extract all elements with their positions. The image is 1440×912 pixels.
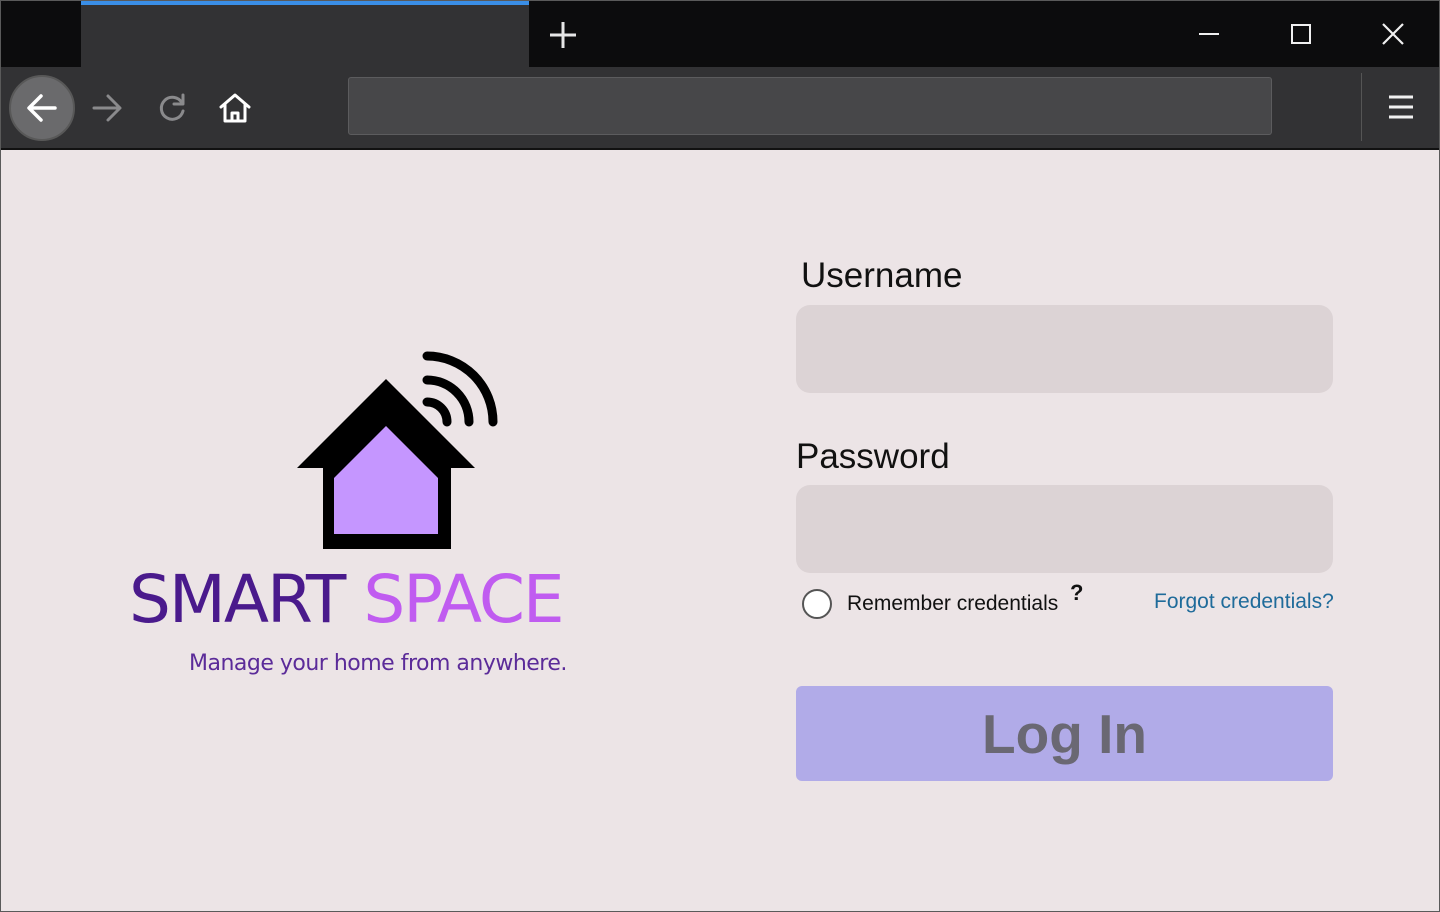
- minimize-button[interactable]: [1185, 11, 1233, 57]
- brand-tagline: Manage your home from anywhere.: [189, 651, 567, 676]
- remember-help-icon[interactable]: ?: [1070, 580, 1083, 606]
- home-icon: [219, 93, 251, 123]
- username-input[interactable]: [796, 305, 1333, 393]
- login-button[interactable]: Log In: [796, 686, 1333, 781]
- remember-credentials-option[interactable]: Remember credentials: [802, 587, 1058, 621]
- navigation-toolbar: [1, 67, 1439, 150]
- close-window-button[interactable]: [1369, 11, 1417, 57]
- forgot-credentials-link[interactable]: Forgot credentials?: [1154, 590, 1334, 614]
- plus-icon: [550, 22, 576, 48]
- brand-name: SMART SPACE: [129, 560, 619, 640]
- brand-word-smart: SMART: [129, 561, 346, 638]
- maximize-button[interactable]: [1277, 11, 1325, 57]
- minimize-icon: [1199, 33, 1219, 35]
- maximize-icon: [1291, 24, 1311, 44]
- tab-bar: [1, 1, 1439, 67]
- url-bar[interactable]: [348, 77, 1272, 135]
- arrow-left-icon: [27, 94, 57, 122]
- close-icon: [1382, 23, 1404, 45]
- arrow-right-icon: [92, 94, 122, 122]
- browser-tab[interactable]: [81, 1, 529, 67]
- toolbar-divider: [1361, 73, 1362, 141]
- reload-button[interactable]: [140, 76, 204, 140]
- remember-credentials-label: Remember credentials: [847, 592, 1059, 615]
- brand-word-space: SPACE: [363, 561, 564, 638]
- hamburger-menu-icon: [1389, 95, 1413, 119]
- remember-credentials-radio[interactable]: [802, 589, 832, 619]
- smart-home-logo-icon: [297, 351, 498, 549]
- active-tab-indicator: [81, 1, 529, 5]
- forward-button[interactable]: [75, 76, 139, 140]
- password-input[interactable]: [796, 485, 1333, 573]
- browser-window: SMART SPACE Manage your home from anywhe…: [0, 0, 1440, 912]
- back-button[interactable]: [9, 75, 75, 141]
- reload-icon: [159, 93, 185, 121]
- password-label: Password: [796, 437, 950, 476]
- menu-button[interactable]: [1377, 79, 1425, 135]
- page-content: SMART SPACE Manage your home from anywhe…: [1, 150, 1439, 911]
- username-label: Username: [801, 256, 963, 295]
- new-tab-button[interactable]: [541, 13, 585, 57]
- home-button[interactable]: [203, 76, 267, 140]
